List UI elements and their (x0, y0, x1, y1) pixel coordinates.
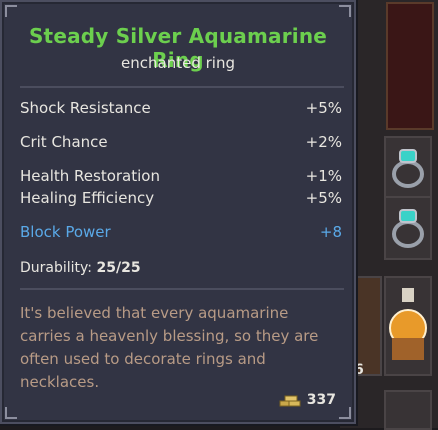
stat-value: +5% (305, 99, 342, 117)
item-subtitle: enchanted ring (121, 54, 235, 72)
stat-value: +8 (319, 223, 342, 241)
divider (20, 288, 344, 290)
frame-corner (5, 5, 17, 17)
frame-corner (339, 407, 351, 419)
frame-corner (339, 5, 351, 17)
durability-label: Durability: (20, 260, 93, 276)
item-description: It's believed that every aquamarine carr… (20, 304, 319, 391)
divider (20, 86, 344, 88)
stat-value: +2% (305, 133, 342, 151)
inventory-slot-cloak[interactable] (386, 2, 434, 130)
stat-name: Shock Resistance (20, 99, 151, 117)
durability: Durability: 25/25 (20, 260, 141, 276)
stat-value: +5% (305, 189, 342, 207)
stat-name: Crit Chance (20, 133, 108, 151)
stat-row: Crit Chance +2% (20, 133, 342, 153)
price-value: 337 (306, 392, 336, 408)
stat-row-block-power: Block Power +8 (20, 223, 342, 243)
item-price: 337 (279, 392, 336, 408)
frame-corner (5, 407, 17, 419)
stat-name: Block Power (20, 223, 111, 241)
inventory-slot-potion[interactable] (384, 390, 432, 430)
aquamarine-ring-icon (392, 149, 424, 188)
durability-value: 25/25 (96, 260, 141, 276)
stat-name: Health Restoration (20, 167, 160, 185)
stat-row: Health Restoration +1% (20, 167, 342, 187)
inventory-slot-ring[interactable] (384, 136, 432, 200)
inventory-slot-potion[interactable] (384, 276, 432, 376)
aquamarine-ring-icon (392, 209, 424, 248)
stat-name: Healing Efficiency (20, 189, 155, 207)
inventory-slot-ring[interactable] (384, 196, 432, 260)
stat-value: +1% (305, 167, 342, 185)
stat-row: Shock Resistance +5% (20, 99, 342, 119)
potion-icon (389, 288, 427, 360)
item-tooltip: Steady Silver Aquamarine Ring enchanted … (0, 0, 356, 424)
coin-stack-icon (279, 395, 301, 407)
stat-row: Healing Efficiency +5% (20, 189, 342, 209)
